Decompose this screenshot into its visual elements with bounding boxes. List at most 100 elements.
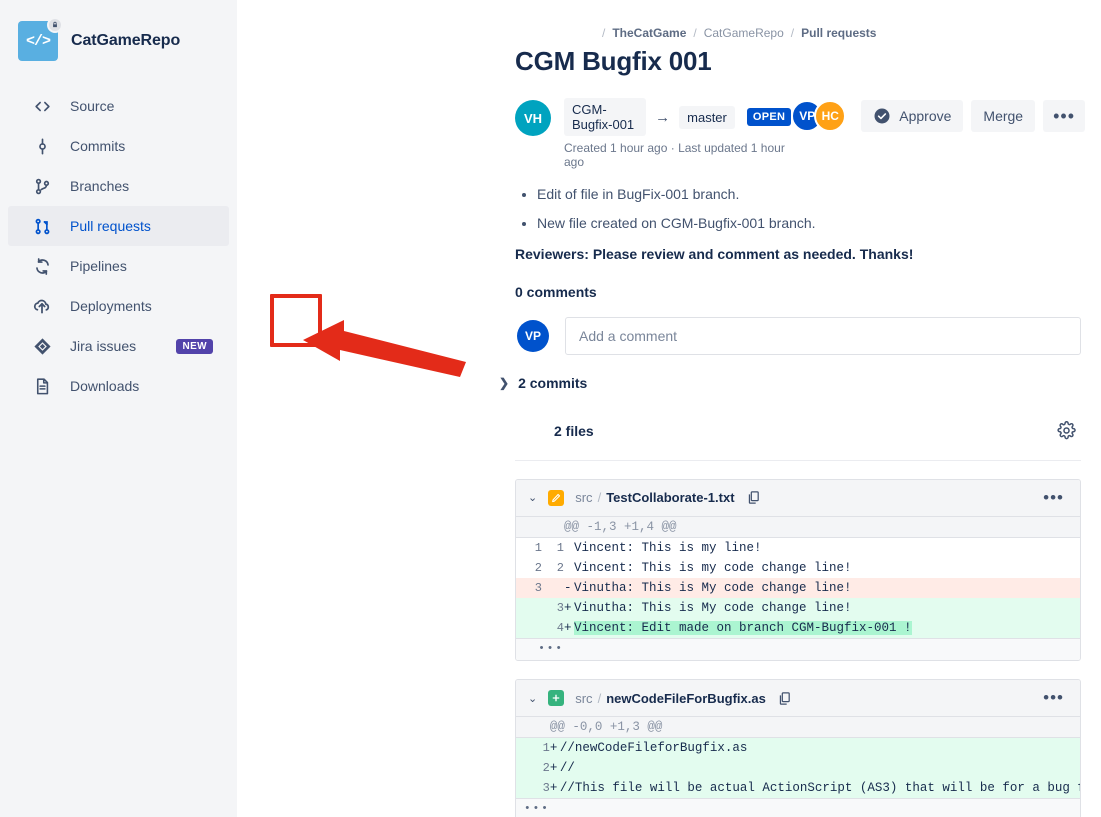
line-content: + Vincent: Edit made on branch CGM-Bugfix… (564, 617, 1080, 639)
diff-table: @@ -1,3 +1,4 @@ 1 1 Vincent: This is my … (516, 516, 1080, 661)
line-number-new: 2 (542, 557, 564, 578)
sidebar-item-jira-issues[interactable]: Jira issues NEW (8, 326, 229, 366)
diff-file-header[interactable]: ⌄ src / TestCollaborate-1.txt ••• (516, 479, 1080, 517)
line-number-old: 1 (516, 537, 542, 558)
expand-spacer (549, 798, 1080, 817)
target-branch-chip[interactable]: master (679, 105, 735, 129)
source-code-icon (30, 94, 54, 118)
files-count: 2 files (554, 422, 594, 439)
sidebar-item-pipelines[interactable]: Pipelines (8, 246, 229, 286)
diff-file-more-button[interactable]: ••• (1041, 689, 1066, 706)
expand-dots[interactable]: ••• (516, 637, 564, 661)
commits-toggle[interactable]: ❯ 2 commits (499, 375, 1101, 391)
line-number-old (516, 737, 535, 759)
expand-dots[interactable]: ••• (516, 798, 550, 817)
line-number-new: 1 (542, 537, 564, 558)
chevron-down-icon[interactable]: ⌄ (528, 491, 537, 504)
avatar-current-user[interactable]: VP (517, 319, 549, 352)
line-number-old (516, 778, 535, 799)
diff-file-card: ⌄ src / newCodeFileForBugfix.as ••• @@ -0,… (515, 679, 1081, 817)
line-content: - Vinutha: This is My code change line! (564, 577, 1080, 598)
breadcrumb-lead-slash: / (602, 26, 606, 40)
sidebar-item-pull-requests[interactable]: Pull requests (8, 206, 229, 246)
sidebar-item-deployments[interactable]: Deployments (8, 286, 229, 326)
sidebar-item-label: Downloads (70, 378, 140, 394)
path-separator: / (597, 690, 602, 706)
chevron-down-icon[interactable]: ⌄ (528, 692, 537, 705)
list-item: New file created on CGM-Bugfix-001 branc… (537, 215, 1101, 231)
sidebar-item-label: Source (70, 98, 115, 114)
line-number-new: 4 (542, 617, 564, 639)
diff-hunk-header: @@ -0,0 +1,3 @@ (516, 717, 1080, 739)
status-badge: OPEN (746, 108, 792, 126)
diff-line: 2 2 Vincent: This is my code change line… (516, 557, 1080, 578)
expand-spacer (564, 637, 1080, 661)
diff-line-added: 2 +// (516, 758, 1080, 779)
copy-icon[interactable] (746, 490, 761, 505)
diff-line-removed: 3 - Vinutha: This is My code change line! (516, 577, 1080, 598)
line-number-new: 2 (534, 758, 550, 779)
line-sign: + (564, 620, 572, 635)
source-branch-chip[interactable]: CGM-Bugfix-001 (564, 98, 647, 136)
sidebar-item-label: Pipelines (70, 258, 127, 274)
comment-input[interactable] (565, 316, 1081, 355)
pr-meta-row: VH CGM-Bugfix-001 → master OPEN Created … (515, 98, 1101, 169)
diff-filename: TestCollaborate-1.txt (606, 490, 735, 506)
line-sign (564, 558, 574, 578)
branch-icon (30, 174, 54, 198)
line-text: Vincent: This is my code change line! (574, 560, 852, 575)
pull-request-icon (30, 214, 54, 238)
sidebar-item-label: Branches (70, 178, 130, 194)
sidebar-item-source[interactable]: Source (8, 86, 229, 126)
sidebar-item-commits[interactable]: Commits (8, 126, 229, 166)
line-number-old: 3 (516, 577, 542, 598)
path-separator: / (597, 490, 602, 506)
lock-icon (47, 17, 63, 33)
reviewer-avatars: VP HC (791, 100, 847, 132)
line-text: // (559, 761, 575, 776)
main-content: / TheCatGame / CatGameRepo / Pull reques… (237, 0, 1101, 817)
chevron-right-icon: ❯ (499, 375, 510, 390)
avatar-reviewer[interactable]: HC (814, 100, 847, 132)
line-text: Vinutha: This is My code change line! (574, 600, 852, 615)
repo-header[interactable]: </> CatGameRepo (0, 0, 237, 64)
check-circle-icon (873, 107, 891, 125)
line-number-new: 1 (534, 737, 550, 759)
commits-toggle-label: 2 commits (518, 374, 588, 391)
more-actions-button[interactable]: ••• (1043, 100, 1085, 132)
add-comment-row: VP (509, 312, 1101, 360)
hunk-gutter-new (542, 516, 564, 538)
line-text-highlighted: Vincent: Edit made on branch CGM-Bugfix-… (574, 620, 912, 635)
description-bullet-list: Edit of file in BugFix-001 branch. New f… (515, 186, 1101, 232)
sidebar-item-label: Commits (70, 138, 126, 154)
sidebar-item-branches[interactable]: Branches (8, 166, 229, 206)
diff-expand-row[interactable]: ••• (516, 798, 1080, 817)
diff-line: 1 1 Vincent: This is my line! (516, 537, 1080, 558)
approve-button[interactable]: Approve (861, 100, 964, 132)
gear-icon[interactable] (1051, 416, 1081, 446)
avatar-author[interactable]: VH (515, 100, 551, 136)
reviewers-note: Reviewers: Please review and comment as … (515, 245, 914, 262)
diff-expand-row[interactable]: ••• (516, 637, 1080, 661)
diff-file-more-button[interactable]: ••• (1041, 489, 1066, 506)
diff-hunk-header: @@ -1,3 +1,4 @@ (516, 516, 1080, 538)
merge-button[interactable]: Merge (971, 100, 1036, 132)
code-brackets-icon: </> (25, 32, 51, 50)
breadcrumb-section[interactable]: Pull requests (801, 26, 876, 40)
diff-file-card: ⌄ src / TestCollaborate-1.txt ••• @@ -1,3 … (515, 478, 1081, 662)
line-content: +//newCodeFileforBugfix.as (549, 737, 1080, 759)
diff-folder: src (575, 690, 593, 706)
sidebar-nav: Source Commits Branches Pull requests Pi… (0, 86, 237, 406)
line-number-old (516, 758, 535, 779)
diff-file-header[interactable]: ⌄ src / newCodeFileForBugfix.as ••• (516, 680, 1080, 718)
sidebar-item-downloads[interactable]: Downloads (8, 366, 229, 406)
breadcrumb-repo[interactable]: CatGameRepo (704, 26, 784, 40)
copy-icon[interactable] (777, 691, 792, 706)
breadcrumb-workspace[interactable]: TheCatGame (612, 26, 686, 40)
downloads-icon (30, 374, 54, 398)
approve-button-label: Approve (899, 108, 952, 124)
sidebar: </> CatGameRepo Source Commits Branches … (0, 0, 237, 817)
diff-folder: src (575, 490, 593, 506)
diff-line-added: 1 +//newCodeFileforBugfix.as (516, 737, 1080, 759)
breadcrumb-separator: / (790, 26, 795, 40)
